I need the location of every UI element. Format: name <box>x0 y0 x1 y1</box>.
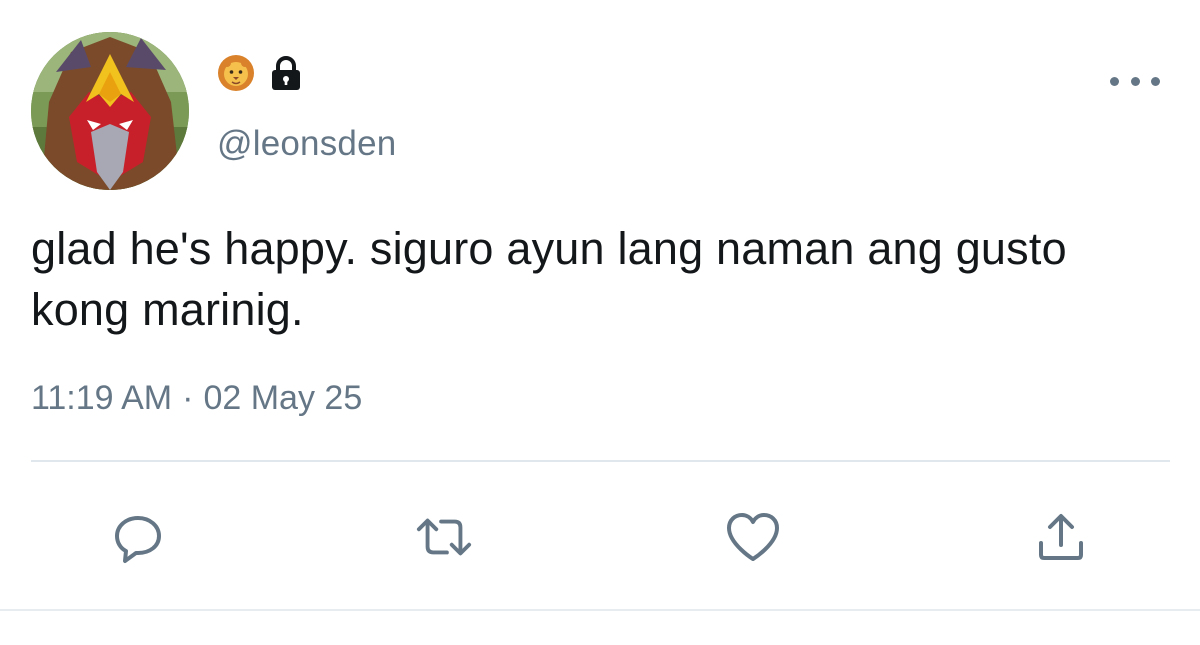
retweet-icon <box>416 518 472 556</box>
tweet-time: 11:19 AM <box>31 379 173 417</box>
tweet: @leonsden glad he's happy. siguro ayun l… <box>0 0 1200 645</box>
more-icon[interactable] <box>1110 68 1160 94</box>
like-icon <box>727 513 779 561</box>
reply-button[interactable] <box>109 508 167 566</box>
timestamp[interactable]: 11:19 AM · 02 May 25 <box>31 379 362 418</box>
timeline-gap <box>0 611 1200 645</box>
tweet-date: 02 May 25 <box>203 379 363 417</box>
avatar[interactable] <box>31 32 189 190</box>
retweet-button[interactable] <box>415 508 473 566</box>
avatar-image <box>31 32 189 190</box>
timestamp-separator: · <box>182 379 194 417</box>
lock-icon <box>272 56 300 90</box>
lion-face-icon <box>218 55 254 91</box>
display-name[interactable] <box>217 52 303 94</box>
like-button[interactable] <box>724 508 782 566</box>
share-icon <box>1039 514 1083 560</box>
share-button[interactable] <box>1032 508 1090 566</box>
reply-icon <box>115 516 161 563</box>
user-handle[interactable]: @leonsden <box>217 124 396 164</box>
divider <box>31 460 1170 462</box>
tweet-text: glad he's happy. siguro ayun lang naman … <box>31 223 1067 335</box>
